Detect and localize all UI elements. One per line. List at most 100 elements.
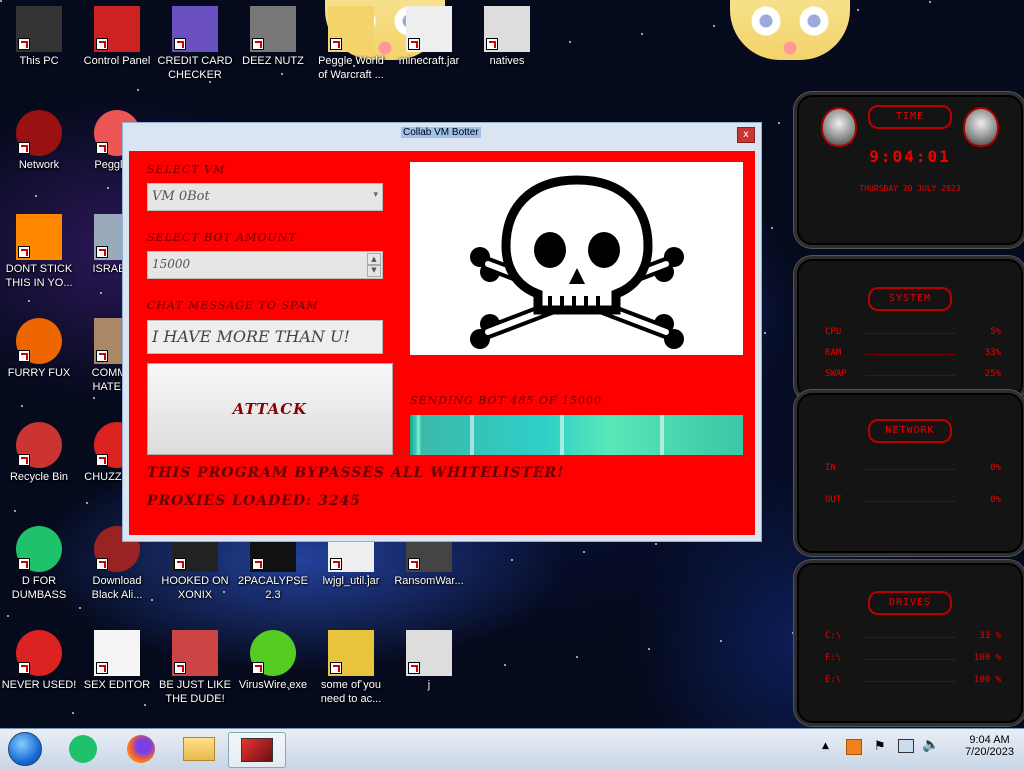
desktop-icon[interactable]: DEEZ NUTZ <box>235 6 311 68</box>
star <box>137 89 139 91</box>
shortcut-arrow-icon <box>330 662 342 674</box>
widget-row-bar <box>865 659 955 660</box>
widget-row-bar <box>865 501 955 502</box>
widget-row: IN 0% <box>825 463 1001 477</box>
bypass-notice: THIS PROGRAM BYPASSES ALL WHITELISTER! <box>147 465 565 481</box>
credit-card-icon <box>172 6 218 52</box>
collab-vm-botter-window: Collab VM Botter x SELECT VM VM 0Bot ▾ S… <box>122 122 762 542</box>
desktop-icon-label: Download Black Ali... <box>91 575 143 601</box>
shortcut-arrow-icon <box>18 142 30 154</box>
folder-icon <box>183 737 215 761</box>
taskbar-firefox[interactable] <box>122 732 160 766</box>
tray-clock[interactable]: 9:04 AM 7/20/2023 <box>965 734 1014 758</box>
alien-icon <box>963 107 999 147</box>
desktop-icon[interactable]: DONT STICK THIS IN YO... <box>1 214 77 290</box>
star <box>778 122 780 124</box>
widget-row-label: IN <box>825 463 836 473</box>
widget-row: E:\ 100 % <box>825 675 1001 689</box>
network-tray-icon[interactable] <box>898 739 914 753</box>
desktop-icon-label: Peggle World of Warcraft ... <box>318 55 384 81</box>
shortcut-arrow-icon <box>96 350 108 362</box>
star <box>28 300 30 302</box>
desktop-icon[interactable]: SEX EDITOR <box>79 630 155 692</box>
star <box>511 559 513 561</box>
flag-icon[interactable]: ⚑ <box>874 739 886 754</box>
star <box>0 0 2 2</box>
star <box>764 332 766 334</box>
attack-button[interactable]: ATTACK <box>147 363 393 455</box>
desktop-icon[interactable]: VirusWire.exe <box>235 630 311 692</box>
star <box>35 195 37 197</box>
control-panel-icon <box>94 6 140 52</box>
star <box>7 615 9 617</box>
desktop-icon[interactable]: D FOR DUMBASS <box>1 526 77 602</box>
progress-glint <box>470 415 474 455</box>
desktop-icon[interactable]: Network <box>1 110 77 172</box>
taskbar-botter[interactable] <box>228 732 286 768</box>
chat-message-value: I HAVE MORE THAN U! <box>152 327 350 346</box>
skull-image <box>410 162 743 355</box>
lime-icon <box>250 630 296 676</box>
shortcut-arrow-icon <box>252 38 264 50</box>
desktop-icon[interactable]: CREDIT CARD CHECKER <box>157 6 233 82</box>
sending-status: SENDING BOT 485 OF 15000 <box>410 394 603 407</box>
taskbar-explorer[interactable] <box>180 732 218 766</box>
desktop-icon[interactable]: some of you need to ac... <box>313 630 389 706</box>
desktop-icon-label: Recycle Bin <box>9 471 69 483</box>
network-widget-title: NETWORK <box>868 419 952 443</box>
desktop-icon-label: BE JUST LIKE THE DUDE! <box>159 679 231 705</box>
widget-row-label: SWAP <box>825 369 847 379</box>
desktop-icon-label: Network <box>18 159 60 171</box>
desktop-icon-label: natives <box>489 55 525 67</box>
star <box>569 41 571 43</box>
star <box>857 9 859 11</box>
shortcut-arrow-icon <box>408 662 420 674</box>
shortcut-arrow-icon <box>18 454 30 466</box>
select-vm-dropdown[interactable]: VM 0Bot ▾ <box>147 183 383 211</box>
bot-amount-stepper[interactable]: 15000 ▲ ▼ <box>147 251 383 279</box>
desktop-icon[interactable]: FURRY FUX <box>1 318 77 380</box>
shortcut-arrow-icon <box>18 558 30 570</box>
desktop-icon[interactable]: Peggle World of Warcraft ... <box>313 6 389 82</box>
widget-row-value: 0% <box>990 463 1001 473</box>
shortcut-arrow-icon <box>174 662 186 674</box>
desktop-icon[interactable]: NEVER USED! <box>1 630 77 692</box>
widget-row: SWAP 25% <box>825 369 1001 383</box>
desktop-icon[interactable]: j <box>391 630 467 692</box>
desktop-icon[interactable]: BE JUST LIKE THE DUDE! <box>157 630 233 706</box>
time-widget: TIME 9:04:01 THURSDAY 20 JULY 2023 <box>794 92 1024 248</box>
widget-row-label: RAM <box>825 348 842 358</box>
desktop-icon[interactable]: natives <box>469 6 545 68</box>
shortcut-arrow-icon <box>96 662 108 674</box>
firefox-icon <box>127 735 155 763</box>
clock-date: THURSDAY 20 JULY 2023 <box>859 184 961 193</box>
file-icon <box>406 630 452 676</box>
widget-row-value: 0% <box>990 495 1001 505</box>
stepper-down-icon[interactable]: ▼ <box>367 264 381 277</box>
start-button[interactable] <box>6 732 44 766</box>
close-button[interactable]: x <box>737 127 755 143</box>
desktop-icon[interactable]: Control Panel <box>79 6 155 68</box>
taskbar-discord[interactable] <box>64 732 102 766</box>
anime-icon <box>328 6 374 52</box>
star <box>583 551 585 553</box>
desktop-icon[interactable]: This PC <box>1 6 77 68</box>
chat-message-input[interactable]: I HAVE MORE THAN U! <box>147 320 383 354</box>
alien-icon <box>821 107 857 147</box>
desktop-icon-label: some of you need to ac... <box>320 679 382 705</box>
tray-chevron-up-icon[interactable]: ▲ <box>822 741 829 751</box>
shortcut-arrow-icon <box>408 558 420 570</box>
volume-icon[interactable]: 🔈 <box>922 737 939 753</box>
tray-app-icon[interactable] <box>846 739 862 755</box>
beaver-icon <box>328 630 374 676</box>
progress-glint <box>560 415 564 455</box>
desktop-icon[interactable]: minecraft.jar <box>391 6 467 68</box>
star <box>504 664 506 666</box>
window-client-area: SELECT VM VM 0Bot ▾ SELECT BOT AMOUNT 15… <box>129 151 755 535</box>
desktop-icon[interactable]: Recycle Bin <box>1 422 77 484</box>
shortcut-arrow-icon <box>486 38 498 50</box>
widget-row-value: 100 % <box>973 675 1001 685</box>
shortcut-arrow-icon <box>96 454 108 466</box>
widget-row-bar <box>865 469 955 470</box>
network-widget: NETWORK IN 0% OUT 0% <box>794 390 1024 556</box>
